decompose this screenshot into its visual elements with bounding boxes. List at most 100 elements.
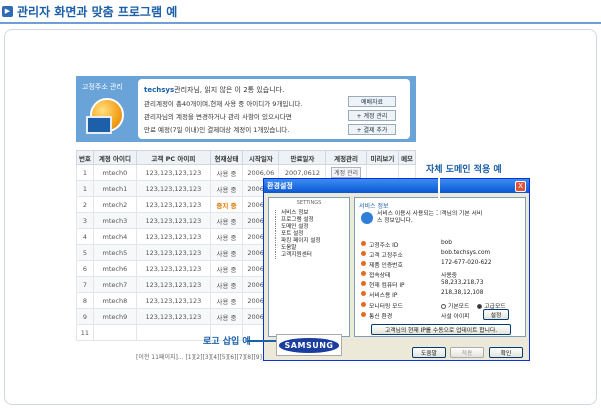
- table-cell: [92, 324, 137, 341]
- cell-text: 2006,06: [247, 168, 275, 177]
- bullet-icon: [361, 312, 366, 317]
- notice-expiry: 만료 예정(7일 이내)인 결제대상 계정이 1개있습니다.: [144, 126, 290, 134]
- column-header: 만료일자: [278, 150, 327, 165]
- monitor-mode-label: 모니터링 모드: [369, 304, 403, 310]
- table-cell: 9: [76, 308, 94, 325]
- table-cell: 사용 중: [209, 260, 244, 277]
- cell-text: 3: [82, 216, 87, 225]
- table-cell: 123,123,123,123: [135, 260, 211, 277]
- domain-callout-arrow: [438, 176, 440, 234]
- table-cell: 123,123,123,123: [135, 276, 211, 293]
- cell-text: 사용 중: [216, 249, 237, 258]
- service-field-value: 58,233,218,73: [441, 280, 484, 286]
- cell-text: 123,123,123,123: [145, 296, 202, 305]
- table-header-row: 번호 계정 아이디 고객 PC 아이피 현재상태 시작일자 만료일자 계정관리 미리보기 메모: [76, 150, 416, 165]
- cell-text: 5: [82, 248, 87, 257]
- table-cell: 사용 중: [209, 212, 244, 229]
- notice-account-count: 관리계정이 총40개이며,현재 사용 중 아이디가 9개입니다.: [144, 100, 303, 108]
- service-field-label: 고객 고정주소: [369, 253, 403, 259]
- table-cell: 사용 중: [209, 180, 244, 197]
- service-field-value: bob.techsys.com: [441, 250, 491, 256]
- ok-button[interactable]: 확인: [489, 347, 523, 358]
- pagination[interactable]: [이전 11페이지]... [1][2][3][4][5][6][7][8][9…: [136, 352, 262, 361]
- cell-text: 사용 중: [216, 169, 237, 178]
- service-field-value: 218,38,12,108: [441, 290, 484, 296]
- dialog-titlebar[interactable]: 환경설정 X: [264, 179, 529, 193]
- monitor-mode-basic[interactable]: 기본모드: [441, 301, 469, 310]
- admin-header: 고정주소 관리 techsys관리자님, 읽지 않은 이 2통 있습니다. 관리…: [76, 76, 416, 142]
- cell-text: mtech7: [102, 280, 128, 289]
- notice-greeting: techsys관리자님, 읽지 않은 이 2통 있습니다.: [144, 85, 284, 95]
- settings-tree-item[interactable]: 도메인 설정: [269, 224, 349, 231]
- bullet-icon: [361, 251, 366, 256]
- cell-text: 7: [82, 280, 87, 289]
- settings-tree-item[interactable]: 도움말: [269, 245, 349, 252]
- logo-callout-arrow: [248, 340, 276, 342]
- table-cell: mtech1: [92, 180, 137, 197]
- cell-text: 1: [82, 184, 87, 193]
- settings-tree-item[interactable]: 고객지원센터: [269, 252, 349, 259]
- cell-text: mtech4: [102, 232, 128, 241]
- table-cell: 123,123,123,123: [135, 196, 211, 213]
- table-cell: 7: [76, 276, 94, 293]
- cell-text: 2: [82, 200, 87, 209]
- service-field-label: 서비스용 IP: [369, 293, 398, 299]
- table-cell: 1: [76, 164, 94, 181]
- account-manage-button[interactable]: 계정 관리: [331, 167, 362, 178]
- table-cell: 123,123,123,123: [135, 164, 211, 181]
- cell-text: 123,123,123,123: [145, 216, 202, 225]
- apply-button[interactable]: 적용: [450, 347, 484, 358]
- help-button[interactable]: 도움말: [412, 347, 446, 358]
- cell-text: 사용 중: [216, 185, 237, 194]
- settings-tree: SETTINGS 서비스 정보 프로그램 설정 도메인 설정 포트 설정 파킹 페이지 …: [268, 197, 350, 337]
- update-ip-button[interactable]: 고객님의 현재 IP를 수동으로 업데이트 합니다.: [371, 324, 511, 335]
- table-cell: 6: [76, 260, 94, 277]
- cell-text: 사용 중: [216, 265, 237, 274]
- bullet-icon: [361, 241, 366, 246]
- info-icon: [361, 212, 373, 224]
- reserve-button[interactable]: 예배자료: [348, 96, 396, 107]
- table-cell: mtech4: [92, 228, 137, 245]
- notice-brand: techsys: [144, 86, 175, 94]
- column-header: 번호: [76, 150, 94, 165]
- table-cell: mtech3: [92, 212, 137, 229]
- cell-text: 123,123,123,123: [145, 168, 202, 177]
- samsung-logo: SAMSUNG: [276, 334, 342, 356]
- settings-tree-item[interactable]: 파킹 페이지 설정: [269, 238, 349, 245]
- column-header: 현재상태: [209, 150, 244, 165]
- cell-text: 123,123,123,123: [145, 280, 202, 289]
- close-icon[interactable]: X: [515, 180, 526, 192]
- cell-text: mtech5: [102, 248, 128, 257]
- table-cell: 123,123,123,123: [135, 212, 211, 229]
- cell-text: 사용 중: [216, 313, 237, 322]
- table-cell: mtech8: [92, 292, 137, 309]
- radio-selected-icon: [477, 304, 483, 309]
- column-header: 미리보기: [365, 150, 400, 165]
- table-cell: mtech9: [92, 308, 137, 325]
- extend-payment-button[interactable]: + 결제 추가: [348, 124, 396, 135]
- settings-tree-item[interactable]: 포트 설정: [269, 231, 349, 238]
- service-field-label: 제품 인증번호: [369, 263, 403, 269]
- bullet-icon: [361, 271, 366, 276]
- column-header: 시작일자: [242, 150, 280, 165]
- settings-tree-item[interactable]: 서비스 정보: [269, 210, 349, 217]
- service-field-value: 172-677-020-622: [441, 260, 492, 266]
- table-cell: mtech6: [92, 260, 137, 277]
- bullet-icon: [361, 261, 366, 266]
- table-cell: 123,123,123,123: [135, 228, 211, 245]
- cell-text: mtech8: [102, 296, 128, 305]
- settings-tree-item[interactable]: 프로그램 설정: [269, 217, 349, 224]
- network-settings-button[interactable]: 설정: [483, 309, 509, 320]
- table-cell: 1: [76, 180, 94, 197]
- add-account-button[interactable]: + 계정 관리: [348, 110, 396, 121]
- bullet-icon: [361, 291, 366, 296]
- cell-text: 11: [80, 328, 90, 337]
- service-info-panel: 서비스 정보 서비스 이용시 사용되는 고객님의 기본 서비스 정보입니다. 고…: [354, 197, 526, 337]
- cell-text: 123,123,123,123: [145, 232, 202, 241]
- dialog-title: 환경설정: [267, 182, 293, 190]
- cell-text: 사용 중: [216, 233, 237, 242]
- service-field-row: 제품 인증번호 172-677-020-622: [361, 260, 492, 269]
- network-env-label: 통신 환경: [369, 314, 393, 320]
- table-cell: 2: [76, 196, 94, 213]
- table-cell: 사용 중: [209, 292, 244, 309]
